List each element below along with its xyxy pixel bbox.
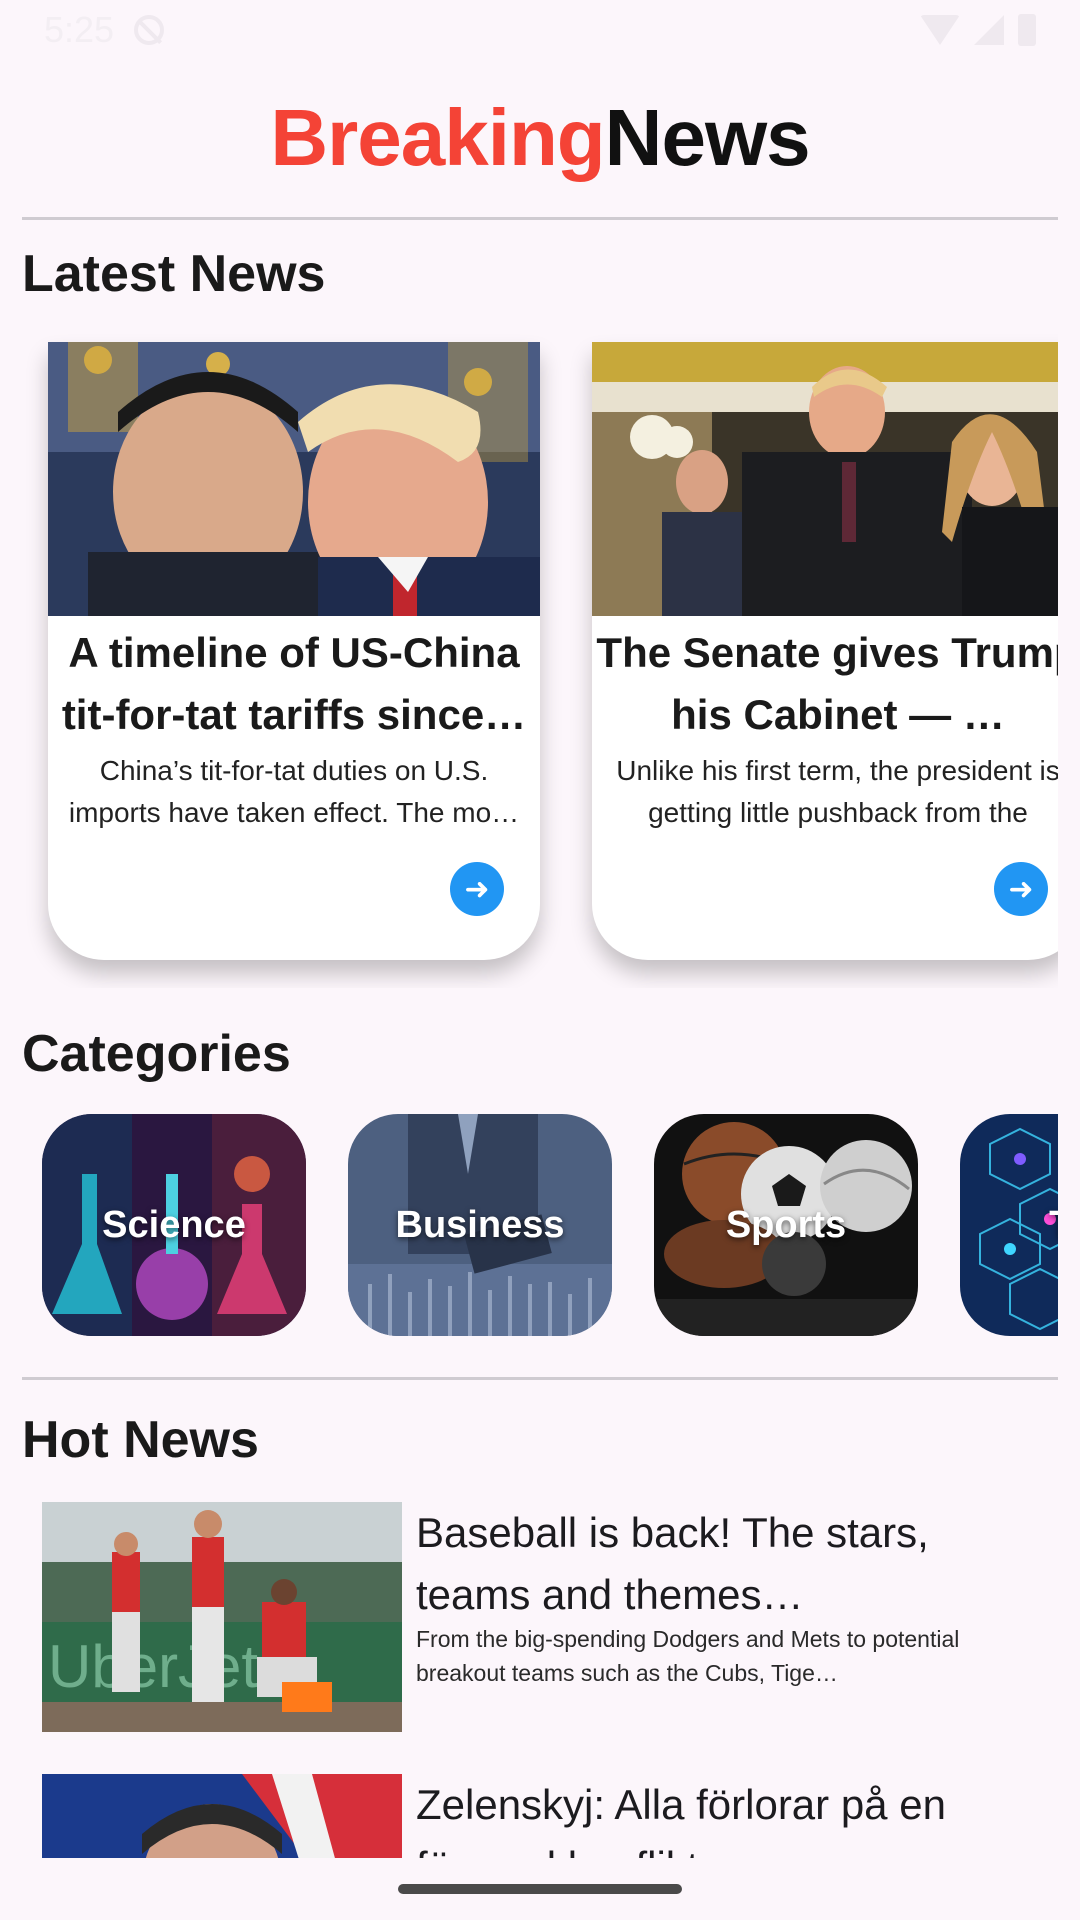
- arrow-right-icon: ➜: [1008, 872, 1034, 906]
- category-sports[interactable]: Sports: [654, 1114, 918, 1336]
- category-tech[interactable]: Tech: [960, 1114, 1058, 1336]
- categories-heading: Categories: [22, 1025, 291, 1083]
- arrow-right-icon: ➜: [464, 872, 490, 906]
- category-label: Science: [102, 1203, 246, 1246]
- categories-carousel[interactable]: Science Business Sports: [22, 1114, 1058, 1338]
- hot-news-title: Baseball is back! The stars, teams and t…: [416, 1509, 929, 1618]
- signal-icon: [974, 15, 1004, 45]
- home-indicator[interactable]: [398, 1884, 682, 1894]
- leaders-photo: [48, 342, 540, 616]
- tech-image: [960, 1114, 1058, 1336]
- dnd-icon: [134, 15, 165, 45]
- category-science[interactable]: Science: [42, 1114, 306, 1336]
- hot-news-description: From the big-spending Dodgers and Mets t…: [416, 1626, 960, 1686]
- wifi-icon: [920, 15, 960, 45]
- hot-news-heading: Hot News: [22, 1411, 259, 1469]
- categories-divider: [22, 1377, 1058, 1380]
- category-label: Business: [395, 1203, 565, 1246]
- news-card-summary: China’s tit-for-tat duties on U.S. impor…: [68, 755, 520, 828]
- latest-news-heading: Latest News: [22, 245, 326, 303]
- battery-icon: [1018, 14, 1036, 46]
- news-card-image: [592, 342, 1058, 616]
- category-label: Tech: [1049, 1204, 1058, 1247]
- app-title: BreakingNews: [0, 92, 1080, 184]
- status-time: 5:25: [44, 9, 115, 50]
- news-card[interactable]: The Senate gives Trump his Cabinet — … U…: [592, 342, 1058, 960]
- news-card-title: The Senate gives Trump his Cabinet — …: [596, 629, 1058, 738]
- news-card[interactable]: A timeline of US-China tit-for-tat tarif…: [48, 342, 540, 960]
- news-card-image: [48, 342, 540, 616]
- baseball-photo: UberJets: [42, 1502, 402, 1732]
- hot-news-item[interactable]: UberJets Baseball is back! The stars, te…: [42, 1502, 1042, 1734]
- latest-news-carousel[interactable]: A timeline of US-China tit-for-tat tarif…: [22, 330, 1058, 988]
- app-title-news: News: [604, 93, 811, 182]
- read-more-button[interactable]: ➜: [450, 862, 504, 916]
- news-card-summary: Unlike his first term, the president is …: [616, 755, 1058, 828]
- read-more-button[interactable]: ➜: [994, 862, 1048, 916]
- status-bar: 5:25: [0, 0, 1080, 60]
- category-label: Sports: [725, 1203, 847, 1246]
- senate-photo: [592, 342, 1058, 616]
- hot-news-thumbnail: UberJets: [42, 1502, 402, 1732]
- svg-text:UberJets: UberJets: [48, 1633, 288, 1700]
- app-title-breaking: Breaking: [270, 93, 605, 182]
- news-card-title: A timeline of US-China tit-for-tat tarif…: [61, 629, 527, 738]
- header-divider: [22, 217, 1058, 220]
- category-business[interactable]: Business: [348, 1114, 612, 1336]
